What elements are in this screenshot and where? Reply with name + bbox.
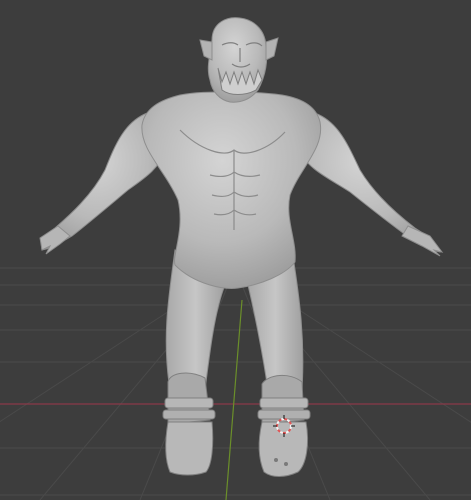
3d-viewport[interactable] [0, 0, 471, 500]
left-boot[interactable] [162, 372, 216, 476]
right-boot[interactable] [257, 375, 311, 477]
right-hand [401, 225, 444, 257]
orc-model[interactable] [39, 17, 444, 477]
viewport-canvas[interactable] [0, 0, 471, 500]
torso[interactable] [141, 91, 322, 289]
left-ear [199, 39, 213, 61]
right-ear [265, 37, 279, 61]
